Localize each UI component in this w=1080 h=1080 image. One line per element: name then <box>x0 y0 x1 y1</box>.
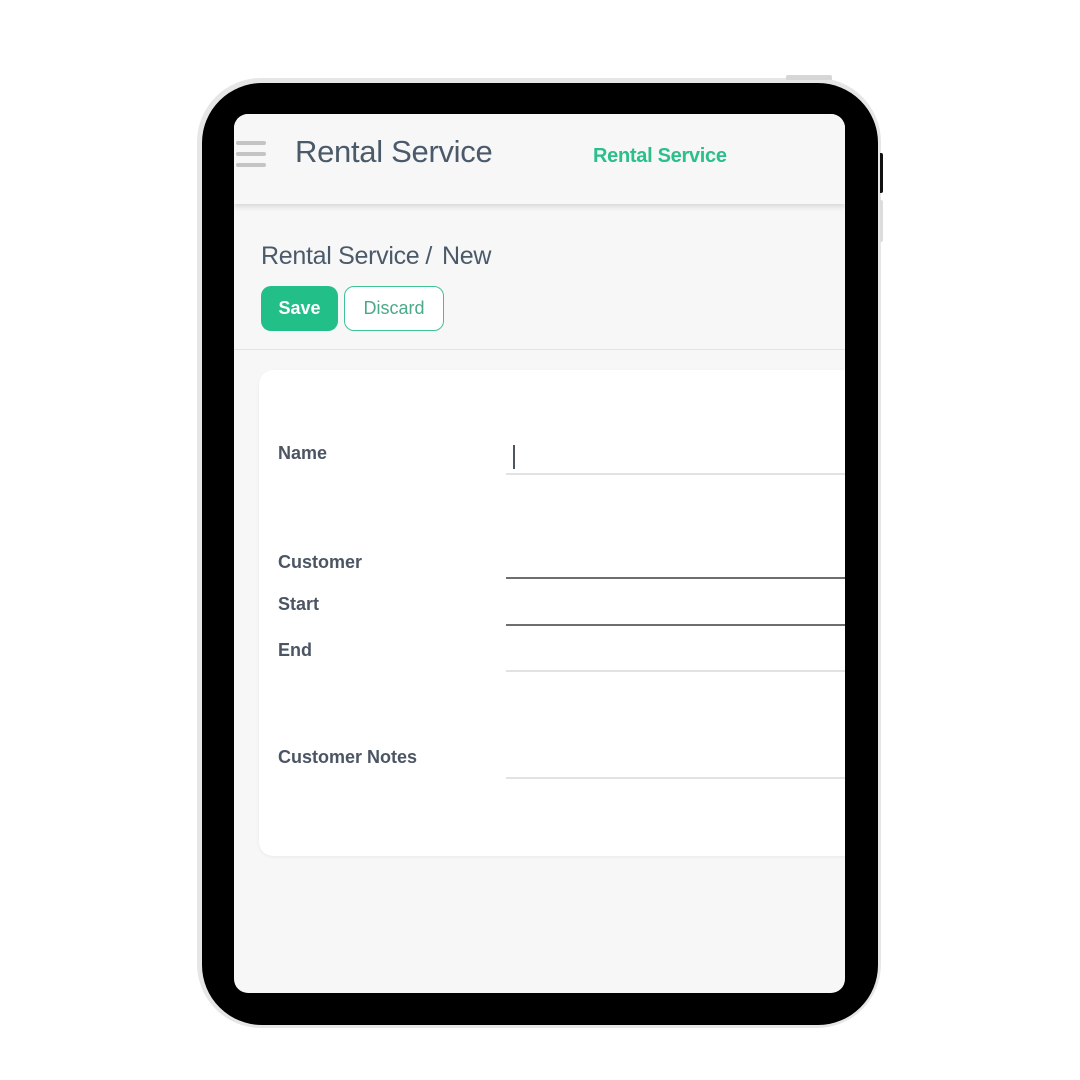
discard-button[interactable]: Discard <box>344 286 444 331</box>
end-date-input[interactable] <box>506 638 845 672</box>
breadcrumb-current: New <box>442 242 492 270</box>
menu-item-rental-service[interactable]: Rental Service <box>593 145 727 168</box>
save-button[interactable]: Save <box>261 286 338 331</box>
device-volume-up-button <box>880 153 883 193</box>
customer-label: Customer <box>278 552 363 572</box>
hamburger-icon[interactable] <box>234 139 268 171</box>
app-title[interactable]: Rental Service <box>295 134 493 170</box>
text-cursor <box>513 445 515 469</box>
navbar: Rental Service Rental Service <box>234 114 845 204</box>
breadcrumb-parent-link[interactable]: Rental Service <box>261 242 420 270</box>
control-panel: Rental Service / New Save Discard <box>234 204 845 350</box>
name-label: Name <box>278 443 328 463</box>
start-label: Start <box>278 594 320 614</box>
breadcrumb: Rental Service / New <box>261 242 491 271</box>
hamburger-line <box>236 163 266 167</box>
end-label: End <box>278 640 312 660</box>
start-date-input[interactable] <box>506 592 845 626</box>
device-power-button <box>786 75 832 80</box>
name-input[interactable] <box>506 441 845 475</box>
device-volume-down-button <box>880 200 883 242</box>
customer-notes-label: Customer Notes <box>278 747 418 767</box>
hamburger-line <box>236 141 266 145</box>
breadcrumb-separator: / <box>425 242 433 270</box>
form-sheet: Name Customer Start End Customer Notes <box>259 370 845 856</box>
hamburger-line <box>236 152 266 156</box>
customer-notes-input[interactable] <box>506 745 845 779</box>
customer-input[interactable] <box>506 545 845 579</box>
device-screen: Rental Service Rental Service Rental Ser… <box>234 114 845 993</box>
